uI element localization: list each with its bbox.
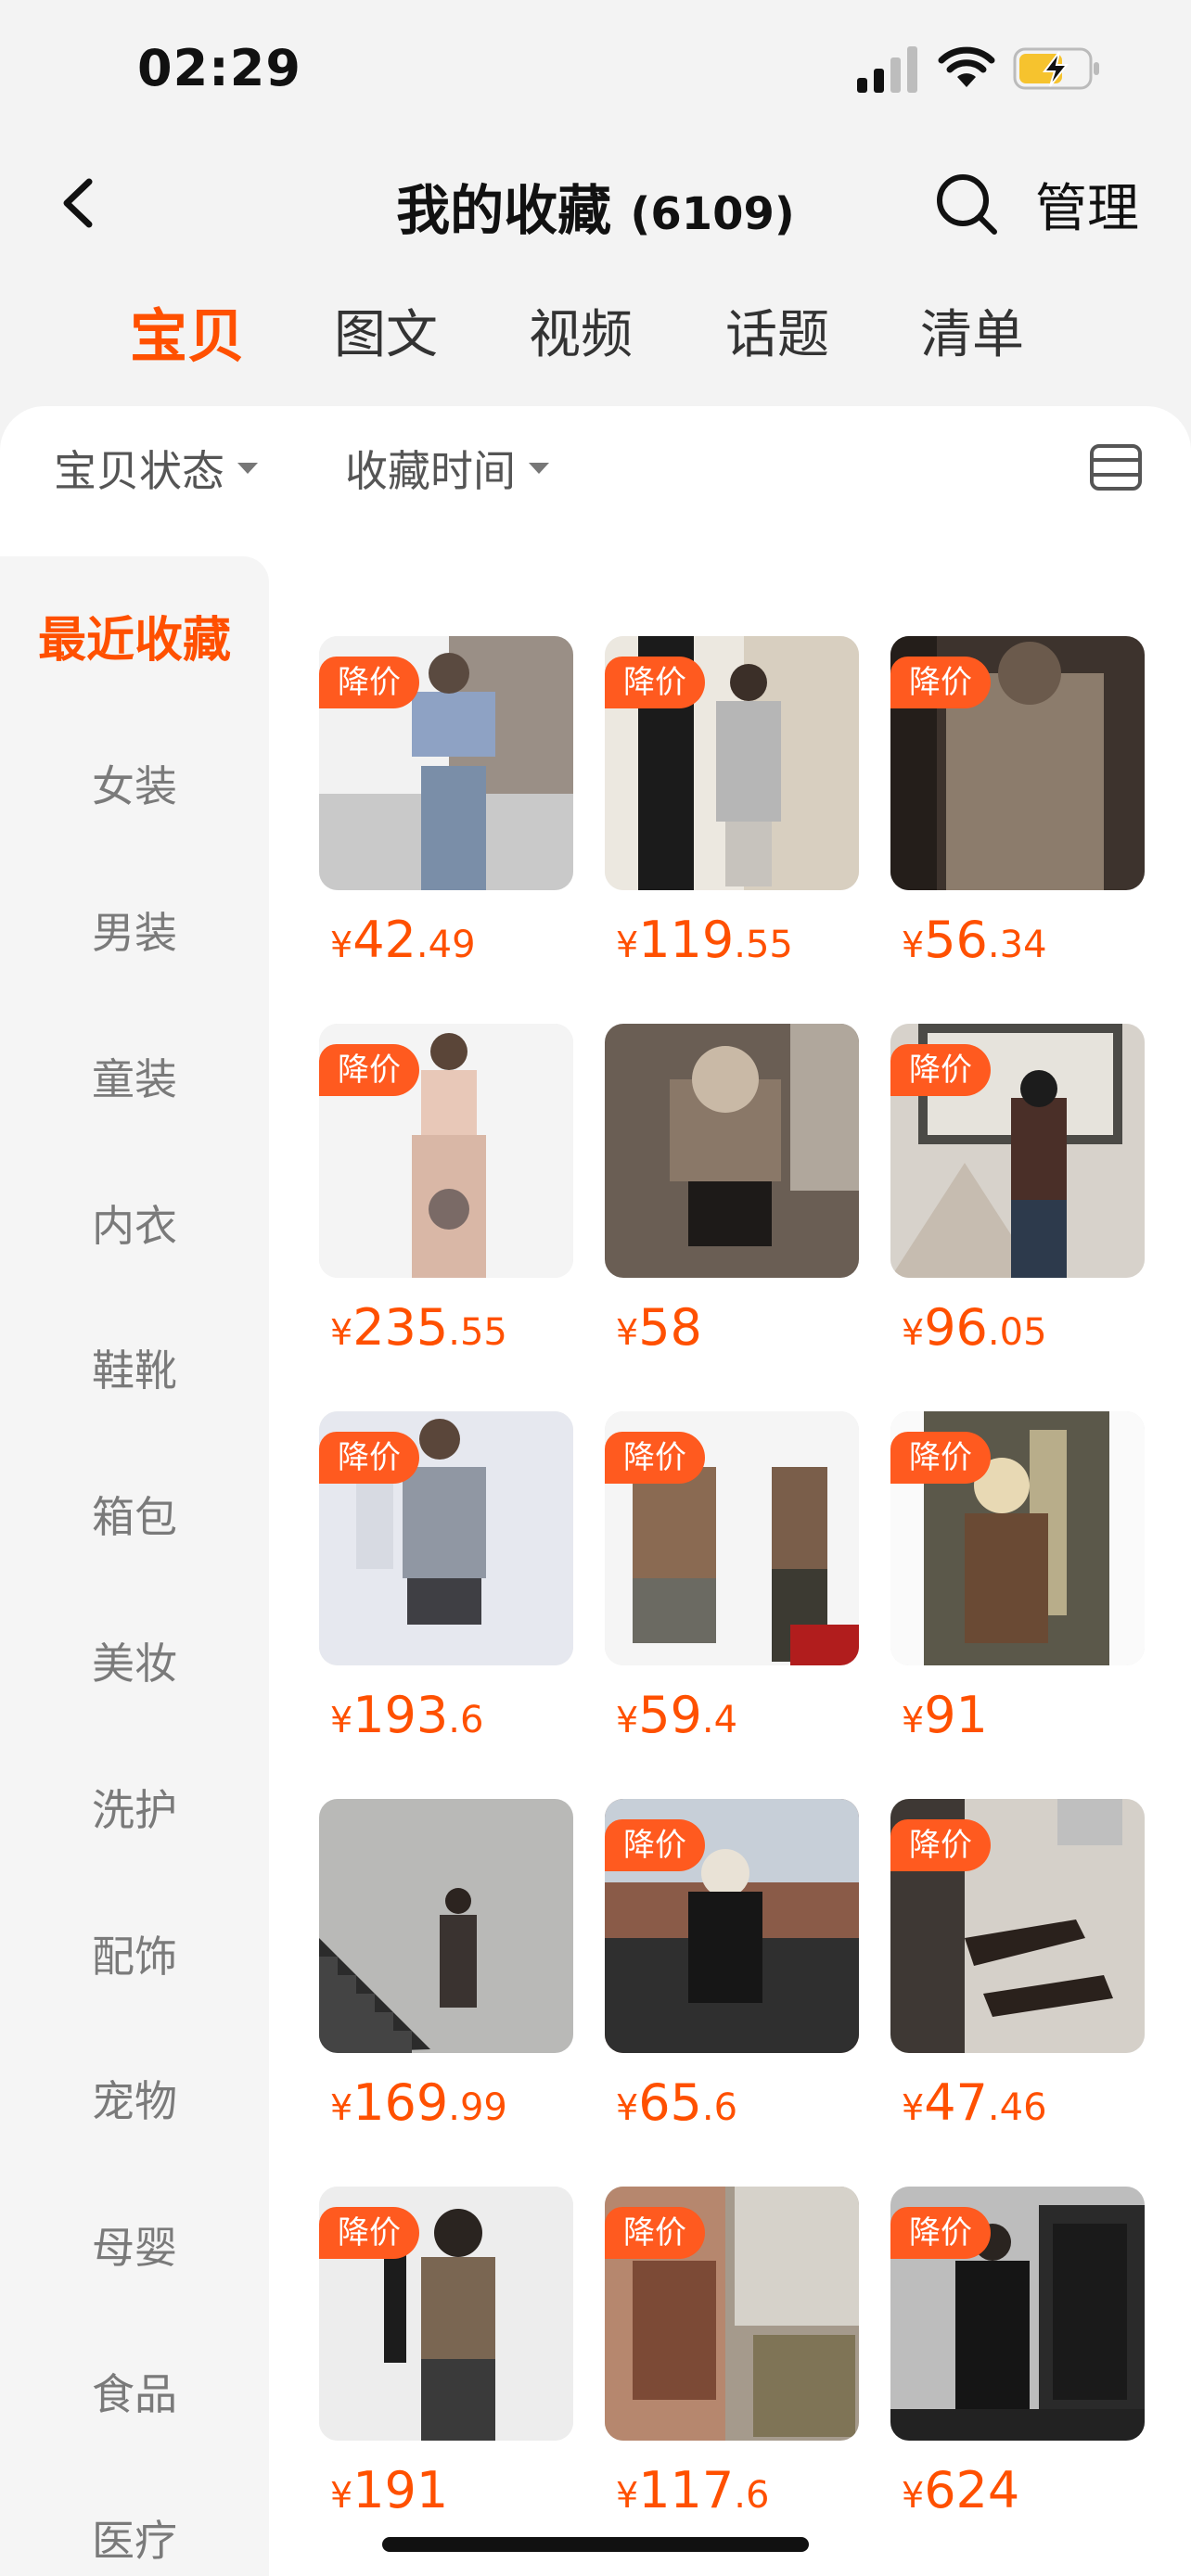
price-drop-badge: 降价 (890, 1819, 991, 1871)
product-price: ¥117.6 (616, 2461, 770, 2519)
price-drop-badge: 降价 (890, 657, 991, 708)
price-drop-badge: 降价 (890, 2207, 991, 2259)
product-price: ¥191 (330, 2461, 449, 2519)
product-image (319, 1799, 573, 2053)
product-price: ¥91 (902, 1686, 988, 1744)
product-price: ¥42.49 (330, 911, 476, 969)
product-price: ¥47.46 (902, 2073, 1047, 2132)
product-price: ¥96.05 (902, 1298, 1047, 1357)
product-image (605, 1024, 859, 1278)
price-drop-badge: 降价 (890, 1432, 991, 1484)
price-drop-badge: 降价 (319, 657, 419, 708)
product-price: ¥193.6 (330, 1686, 484, 1744)
product-price: ¥65.6 (616, 2073, 738, 2132)
screen: 02:29 我的收藏 (6109) 管理 宝贝 图文 视频 话题 清单 宝贝状态… (0, 0, 1191, 2576)
product-price: ¥58 (616, 1298, 702, 1357)
product-price: ¥235.55 (330, 1298, 507, 1357)
product-price: ¥119.55 (616, 911, 793, 969)
home-indicator (382, 2537, 809, 2552)
price-drop-badge: 降价 (605, 657, 705, 708)
product-grid: 降价 ¥42.49 降价 ¥119.55 降价 ¥56.34 降价 ¥235.5… (0, 0, 1191, 2576)
product-price: ¥624 (902, 2461, 1020, 2519)
price-drop-badge: 降价 (319, 1432, 419, 1484)
product-price: ¥169.99 (330, 2073, 507, 2132)
price-drop-badge: 降价 (605, 1819, 705, 1871)
price-drop-badge: 降价 (890, 1044, 991, 1096)
price-drop-badge: 降价 (605, 1432, 705, 1484)
product-price: ¥56.34 (902, 911, 1047, 969)
product-price: ¥59.4 (616, 1686, 738, 1744)
price-drop-badge: 降价 (605, 2207, 705, 2259)
price-drop-badge: 降价 (319, 1044, 419, 1096)
price-drop-badge: 降价 (319, 2207, 419, 2259)
